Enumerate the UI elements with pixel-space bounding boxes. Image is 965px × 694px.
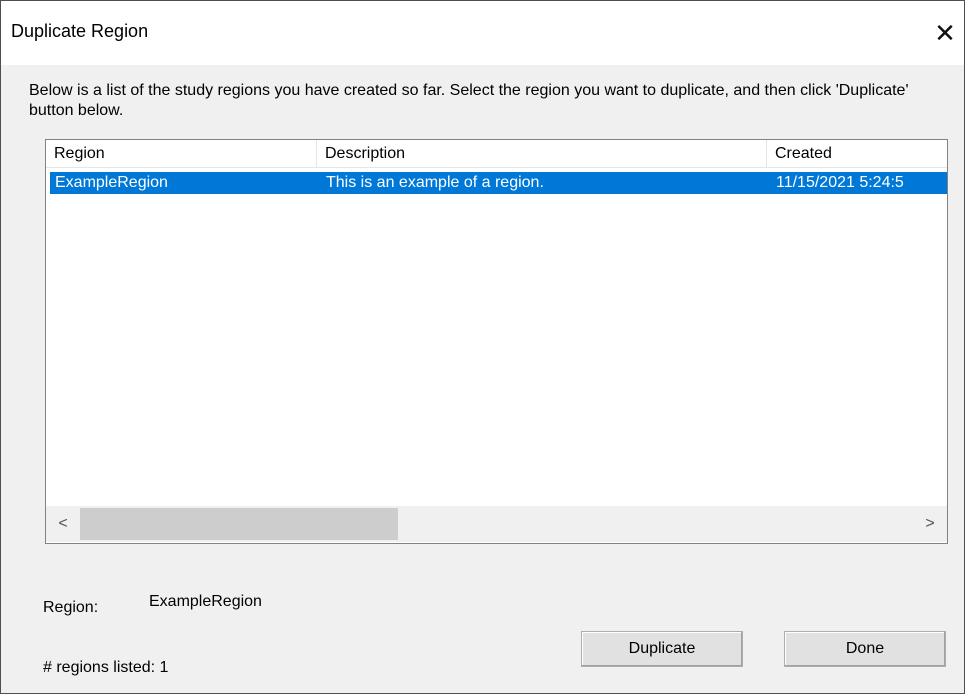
- duplicate-region-dialog: Duplicate Region ✕ Below is a list of th…: [0, 0, 965, 694]
- table-row[interactable]: ExampleRegion This is an example of a re…: [50, 172, 947, 194]
- regions-count: # regions listed: 1: [43, 659, 169, 676]
- horizontal-scrollbar[interactable]: < >: [46, 506, 947, 542]
- close-icon[interactable]: ✕: [926, 15, 964, 51]
- done-button[interactable]: Done: [784, 631, 946, 667]
- cell-created: 11/15/2021 5:24:5: [776, 174, 904, 191]
- selected-region-value: ExampleRegion: [149, 593, 262, 610]
- cell-description: This is an example of a region.: [326, 174, 544, 191]
- duplicate-button[interactable]: Duplicate: [581, 631, 743, 667]
- cell-region: ExampleRegion: [55, 174, 168, 191]
- selected-region-label: Region:: [43, 599, 99, 616]
- column-header-created[interactable]: Created: [767, 140, 947, 168]
- scroll-left-icon[interactable]: <: [46, 506, 80, 542]
- title-bar: Duplicate Region ✕: [1, 1, 964, 65]
- column-header-description[interactable]: Description: [317, 140, 767, 168]
- list-header: Region Description Created: [46, 140, 947, 169]
- column-header-region[interactable]: Region: [46, 140, 317, 168]
- scroll-right-icon[interactable]: >: [913, 506, 947, 542]
- instructions-text: Below is a list of the study regions you…: [29, 82, 909, 119]
- regions-list[interactable]: Region Description Created ExampleRegion…: [45, 139, 948, 544]
- dialog-title: Duplicate Region: [11, 21, 149, 41]
- scrollbar-thumb[interactable]: [80, 508, 398, 540]
